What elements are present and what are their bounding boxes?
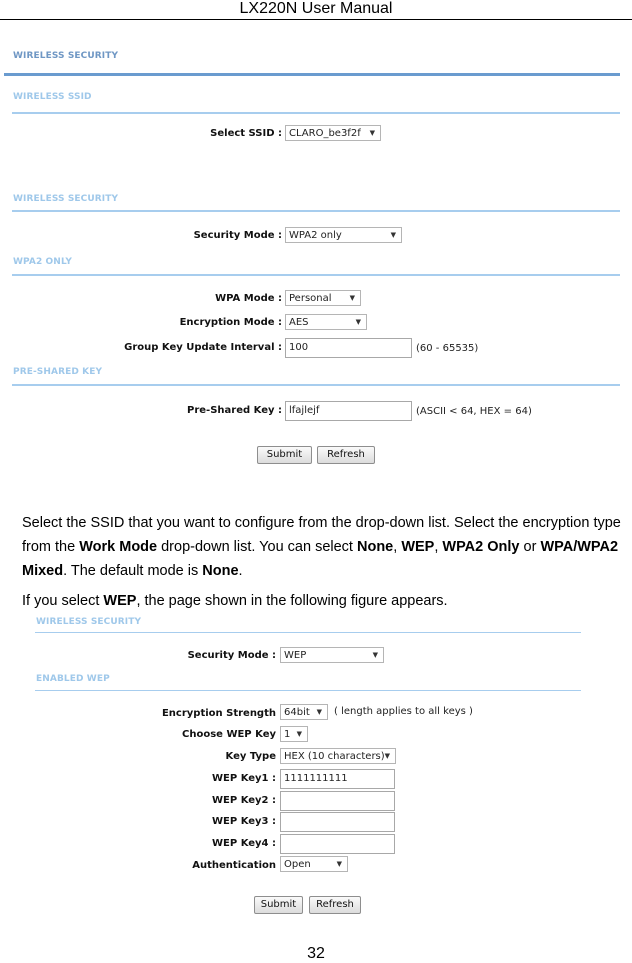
refresh-button[interactable]: Refresh (309, 896, 361, 914)
wep-key3-label: WEP Key3 : (212, 816, 276, 827)
security-mode-value: WEP (284, 650, 307, 661)
choose-wep-key-dropdown[interactable]: 1 ▼ (280, 726, 308, 742)
chevron-down-icon: ▼ (372, 651, 378, 659)
section-title-wep: ENABLED WEP (36, 674, 110, 684)
security-mode-dropdown[interactable]: WEP ▼ (280, 647, 384, 663)
submit-button[interactable]: Submit (254, 896, 303, 914)
wep-key4-label: WEP Key4 : (212, 838, 276, 849)
choose-wep-key-label: Choose WEP Key (182, 729, 276, 740)
authentication-dropdown[interactable]: Open ▼ (280, 856, 348, 872)
wep-key3-input[interactable] (280, 812, 395, 832)
encryption-strength-label: Encryption Strength (161, 708, 276, 719)
chevron-down-icon: ▼ (384, 752, 390, 760)
key-type-value: HEX (10 characters) (284, 751, 385, 762)
encryption-strength-hint: ( length applies to all keys ) (334, 706, 473, 717)
key-type-label: Key Type (225, 751, 276, 762)
section-divider (35, 690, 581, 691)
encryption-strength-dropdown[interactable]: 64bit ▼ (280, 704, 328, 720)
figure-wep-settings: WIRELESS SECURITY Security Mode : WEP ▼ … (0, 0, 632, 961)
key-type-dropdown[interactable]: HEX (10 characters) ▼ (280, 748, 396, 764)
wep-key4-input[interactable] (280, 834, 395, 854)
choose-wep-key-value: 1 (284, 729, 291, 740)
wep-key2-input[interactable] (280, 791, 395, 811)
wep-key1-input[interactable]: 1111111111 (280, 769, 395, 789)
authentication-value: Open (284, 859, 311, 870)
section-title-security: WIRELESS SECURITY (36, 617, 142, 627)
authentication-label: Authentication (192, 860, 276, 871)
wep-key2-label: WEP Key2 : (212, 795, 276, 806)
chevron-down-icon: ▼ (296, 730, 302, 738)
wep-key1-label: WEP Key1 : (212, 773, 276, 784)
section-divider (35, 632, 581, 633)
encryption-strength-value: 64bit (284, 707, 310, 718)
chevron-down-icon: ▼ (316, 708, 322, 716)
page-number: 32 (307, 945, 325, 962)
security-mode-label: Security Mode : (187, 650, 276, 661)
chevron-down-icon: ▼ (336, 860, 342, 868)
